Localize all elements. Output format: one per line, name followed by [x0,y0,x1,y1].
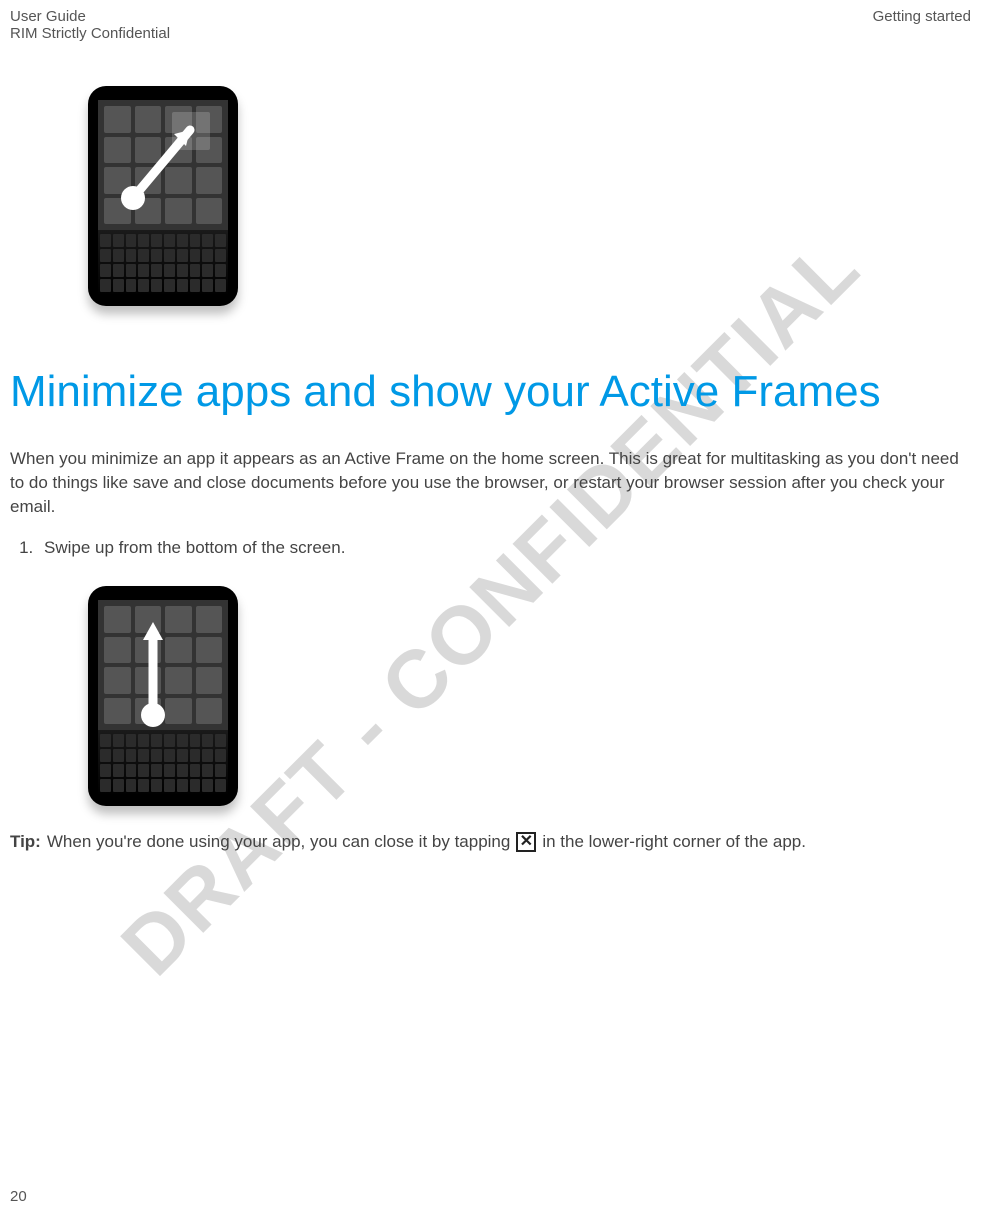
close-icon: ✕ [516,832,536,852]
tip-text-after: in the lower-right corner of the app. [542,832,806,852]
header-left-line2: RIM Strictly Confidential [10,25,170,42]
tip-label: Tip: [10,832,41,852]
page-number: 20 [10,1188,27,1205]
tip-text-before: When you're done using your app, you can… [47,832,510,852]
intro-paragraph: When you minimize an app it appears as a… [10,447,971,518]
phone-illustration-swipe-up [88,586,238,806]
page-header: User Guide RIM Strictly Confidential Get… [10,8,971,42]
steps-list: Swipe up from the bottom of the screen. [10,538,971,558]
section-title: Minimize apps and show your Active Frame… [10,364,971,419]
swipe-diagonal-icon [98,100,228,230]
step-1: Swipe up from the bottom of the screen. [38,538,971,558]
header-left-line1: User Guide [10,8,170,25]
header-right: Getting started [873,8,971,25]
tip-line: Tip: When you're done using your app, yo… [10,832,971,852]
phone-illustration-diagonal-swipe [88,86,238,306]
swipe-up-icon [98,600,228,730]
